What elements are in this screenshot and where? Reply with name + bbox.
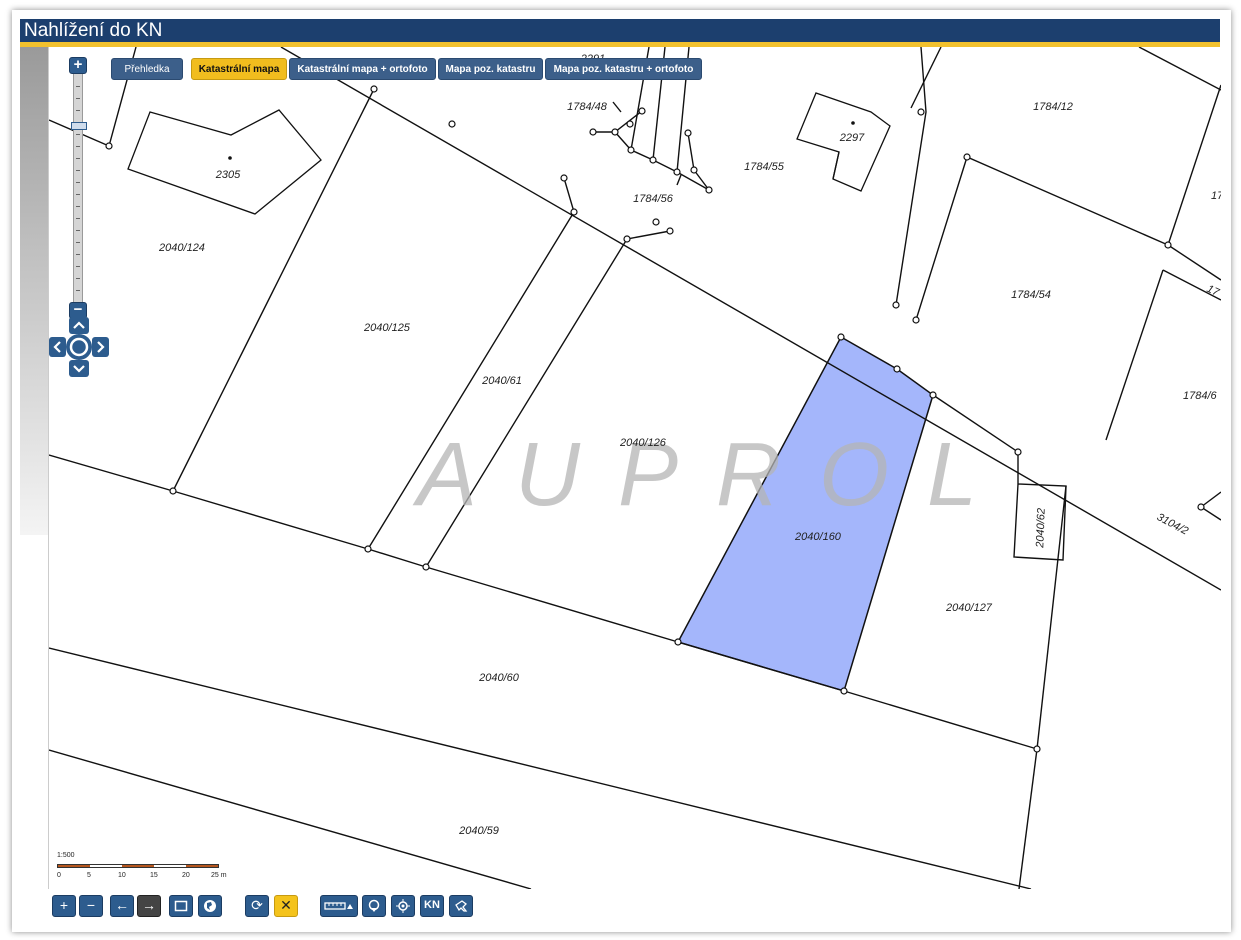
parcel-label-2040-59: 2040/59 [458,825,499,837]
parcel-label-1784-6: 1784/6 [1183,390,1218,402]
cadastral-map[interactable]: AUPROL 2305 2297 1784/48 1784/55 1784/56… [48,47,1221,889]
back-arrow-icon[interactable]: ← [110,895,134,917]
parcel-label-2305: 2305 [215,169,241,181]
tab-mapa-poz-katastru-ortofoto[interactable]: Mapa poz. katastru + ortofoto [545,58,702,80]
parcel-label-2040-160: 2040/160 [794,531,842,543]
parcel-label-1784-56: 1784/56 [633,193,674,205]
left-gradient-strip [20,47,48,535]
map-scale: 1:500 0 5 10 15 20 25 m [57,852,227,879]
pan-control[interactable] [49,317,109,377]
zoom-in-button[interactable]: + [69,57,87,74]
globe-icon[interactable] [198,895,222,917]
map-canvas[interactable]: AUPROL 2305 2297 1784/48 1784/55 1784/56… [49,47,1221,889]
parcel-label-2040-62: 2040/62 [1034,508,1047,549]
parcel-label-17-a: 17 [1211,190,1221,202]
zoom-rectangle-icon[interactable] [169,895,193,917]
boundary-points [105,85,1205,753]
title-bar: Nahlížení do KN [20,19,1220,47]
tab-prehledka[interactable]: Přehledka [111,58,183,80]
parcel-label-17-b: 17 [1205,283,1221,299]
kn-button[interactable]: KN [420,895,444,917]
parcel-label-1784-48: 1784/48 [567,101,608,113]
close-icon[interactable]: ✕ [274,895,298,917]
parcel-label-2040-124: 2040/124 [158,242,205,254]
pan-compass-icon[interactable] [49,317,109,377]
parcel-label-3104-2: 3104/2 [1155,511,1190,537]
map-pin-icon[interactable] [362,895,386,917]
locate-crosshair-icon[interactable] [391,895,415,917]
tab-mapa-poz-katastru[interactable]: Mapa poz. katastru [438,58,543,80]
parcel-label-2040-61: 2040/61 [481,375,522,387]
tab-katastralni-mapa-ortofoto[interactable]: Katastrální mapa + ortofoto [289,58,436,80]
parcel-label-2297: 2297 [839,132,865,144]
parcel-label-2040-126: 2040/126 [619,437,667,449]
zoom-in-tool-button[interactable]: + [52,895,76,917]
scale-tick-labels: 0 5 10 15 20 25 m [57,872,227,879]
zoom-slider-handle[interactable] [71,122,87,130]
app-title: Nahlížení do KN [24,20,163,41]
forward-arrow-icon[interactable]: → [137,895,161,917]
refresh-icon[interactable]: ⟳ [245,895,269,917]
zoom-out-tool-button[interactable]: − [79,895,103,917]
measure-ruler-icon[interactable] [320,895,358,917]
parcel-label-2040-125: 2040/125 [363,322,411,334]
select-pointer-icon[interactable] [449,895,473,917]
scale-ratio: 1:500 [57,852,75,859]
parcel-label-2040-60: 2040/60 [478,672,520,684]
parcel-label-1784-55: 1784/55 [744,161,785,173]
parcel-label-1784-54: 1784/54 [1011,289,1051,301]
scale-bar [57,864,219,868]
tab-katastralni-mapa[interactable]: Katastrální mapa [191,58,287,80]
parcel-label-1784-12: 1784/12 [1033,101,1073,113]
parcel-label-2040-127: 2040/127 [945,602,993,614]
zoom-slider-track[interactable] [71,74,87,302]
watermark-text: AUPROL [412,425,1015,525]
